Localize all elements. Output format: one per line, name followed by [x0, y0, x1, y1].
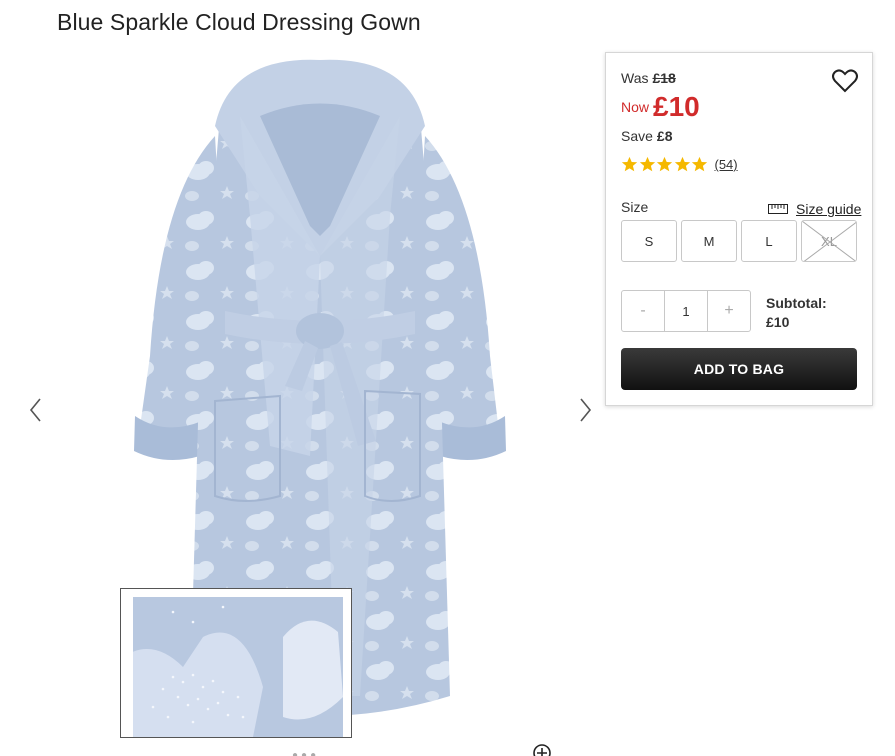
- size-guide-label: Size guide: [796, 201, 862, 217]
- gallery-prev-button[interactable]: [24, 395, 48, 425]
- star-icon: [691, 156, 708, 172]
- size-option-xl[interactable]: XL: [801, 220, 857, 262]
- quantity-stepper: - 1 +: [621, 290, 751, 332]
- quantity-value[interactable]: 1: [664, 291, 708, 331]
- heart-icon[interactable]: [831, 67, 859, 95]
- add-to-bag-button[interactable]: ADD TO BAG: [621, 348, 857, 390]
- rating-stars[interactable]: (54): [621, 156, 738, 173]
- size-option-label: S: [644, 233, 654, 249]
- subtotal-label: Subtotal:: [766, 295, 827, 311]
- size-option-label: L: [765, 233, 773, 249]
- size-label: Size: [621, 199, 649, 215]
- was-label: Was: [621, 70, 649, 86]
- product-gallery: ●●●: [0, 50, 600, 756]
- quantity-increase-button[interactable]: +: [708, 291, 750, 331]
- was-price: Was £18: [621, 70, 676, 86]
- save-value: £8: [656, 128, 673, 144]
- size-option-s[interactable]: S: [621, 220, 677, 262]
- now-price: Now £10: [621, 91, 700, 123]
- review-count-link[interactable]: (54): [715, 157, 738, 172]
- size-option-label: M: [703, 233, 715, 249]
- chevron-right-icon: [580, 398, 592, 422]
- was-value: £18: [652, 70, 676, 86]
- star-icon: [656, 156, 673, 172]
- size-option-l[interactable]: L: [741, 220, 797, 262]
- chevron-left-icon: [29, 398, 41, 422]
- zoom-preview[interactable]: [120, 588, 352, 738]
- purchase-panel: Was £18 Now £10 Save £8 (54) Size Size guid…: [605, 52, 873, 406]
- zoom-plus-icon[interactable]: [532, 743, 552, 756]
- unavailable-strike-icon: [802, 221, 856, 261]
- save-amount: Save £8: [621, 128, 673, 144]
- star-icon: [674, 156, 690, 172]
- quantity-decrease-button[interactable]: -: [622, 291, 664, 331]
- star-icon: [621, 156, 638, 172]
- save-label: Save: [621, 128, 653, 144]
- ruler-icon: [768, 204, 788, 214]
- subtotal-value: £10: [766, 314, 790, 330]
- now-value: £10: [653, 91, 700, 122]
- subtotal: Subtotal: £10: [766, 294, 827, 332]
- size-guide-link[interactable]: Size guide: [768, 201, 861, 217]
- product-title: Blue Sparkle Cloud Dressing Gown: [57, 9, 421, 35]
- now-label: Now: [621, 99, 650, 115]
- size-options: S M L XL: [621, 220, 861, 262]
- gallery-dots[interactable]: ●●●: [292, 750, 319, 756]
- size-option-m[interactable]: M: [681, 220, 737, 262]
- zoom-preview-image: [133, 597, 343, 737]
- star-icon: [639, 156, 655, 172]
- gallery-next-button[interactable]: [573, 395, 597, 425]
